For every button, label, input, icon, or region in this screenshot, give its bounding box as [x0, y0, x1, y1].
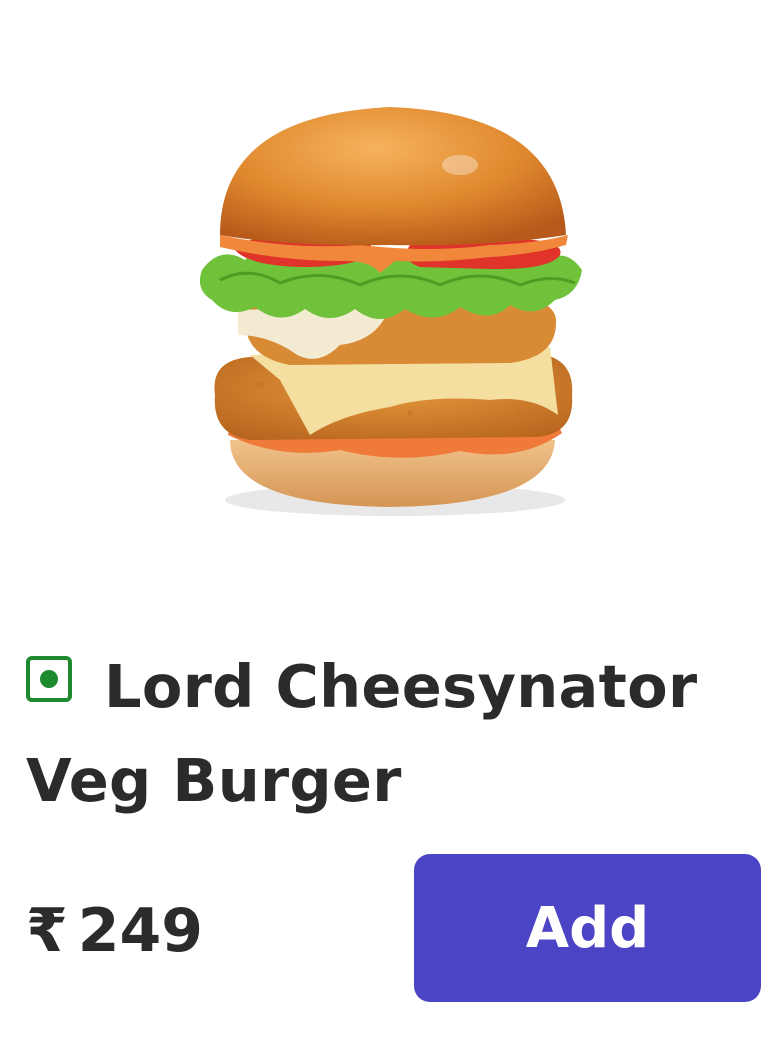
veg-dot: [40, 670, 58, 688]
product-price: ₹249: [26, 896, 203, 966]
add-button[interactable]: Add: [414, 854, 761, 1002]
burger-image: [199, 107, 583, 516]
product-card: Lord Cheesynator Veg Burger ₹249 Add: [0, 0, 770, 1044]
product-name: Lord Cheesynator Veg Burger: [26, 652, 698, 815]
price-value: 249: [77, 896, 203, 966]
veg-icon: [26, 656, 72, 702]
product-image[interactable]: [190, 95, 590, 535]
product-title-block: Lord Cheesynator Veg Burger: [26, 640, 746, 828]
currency-symbol: ₹: [26, 896, 68, 966]
